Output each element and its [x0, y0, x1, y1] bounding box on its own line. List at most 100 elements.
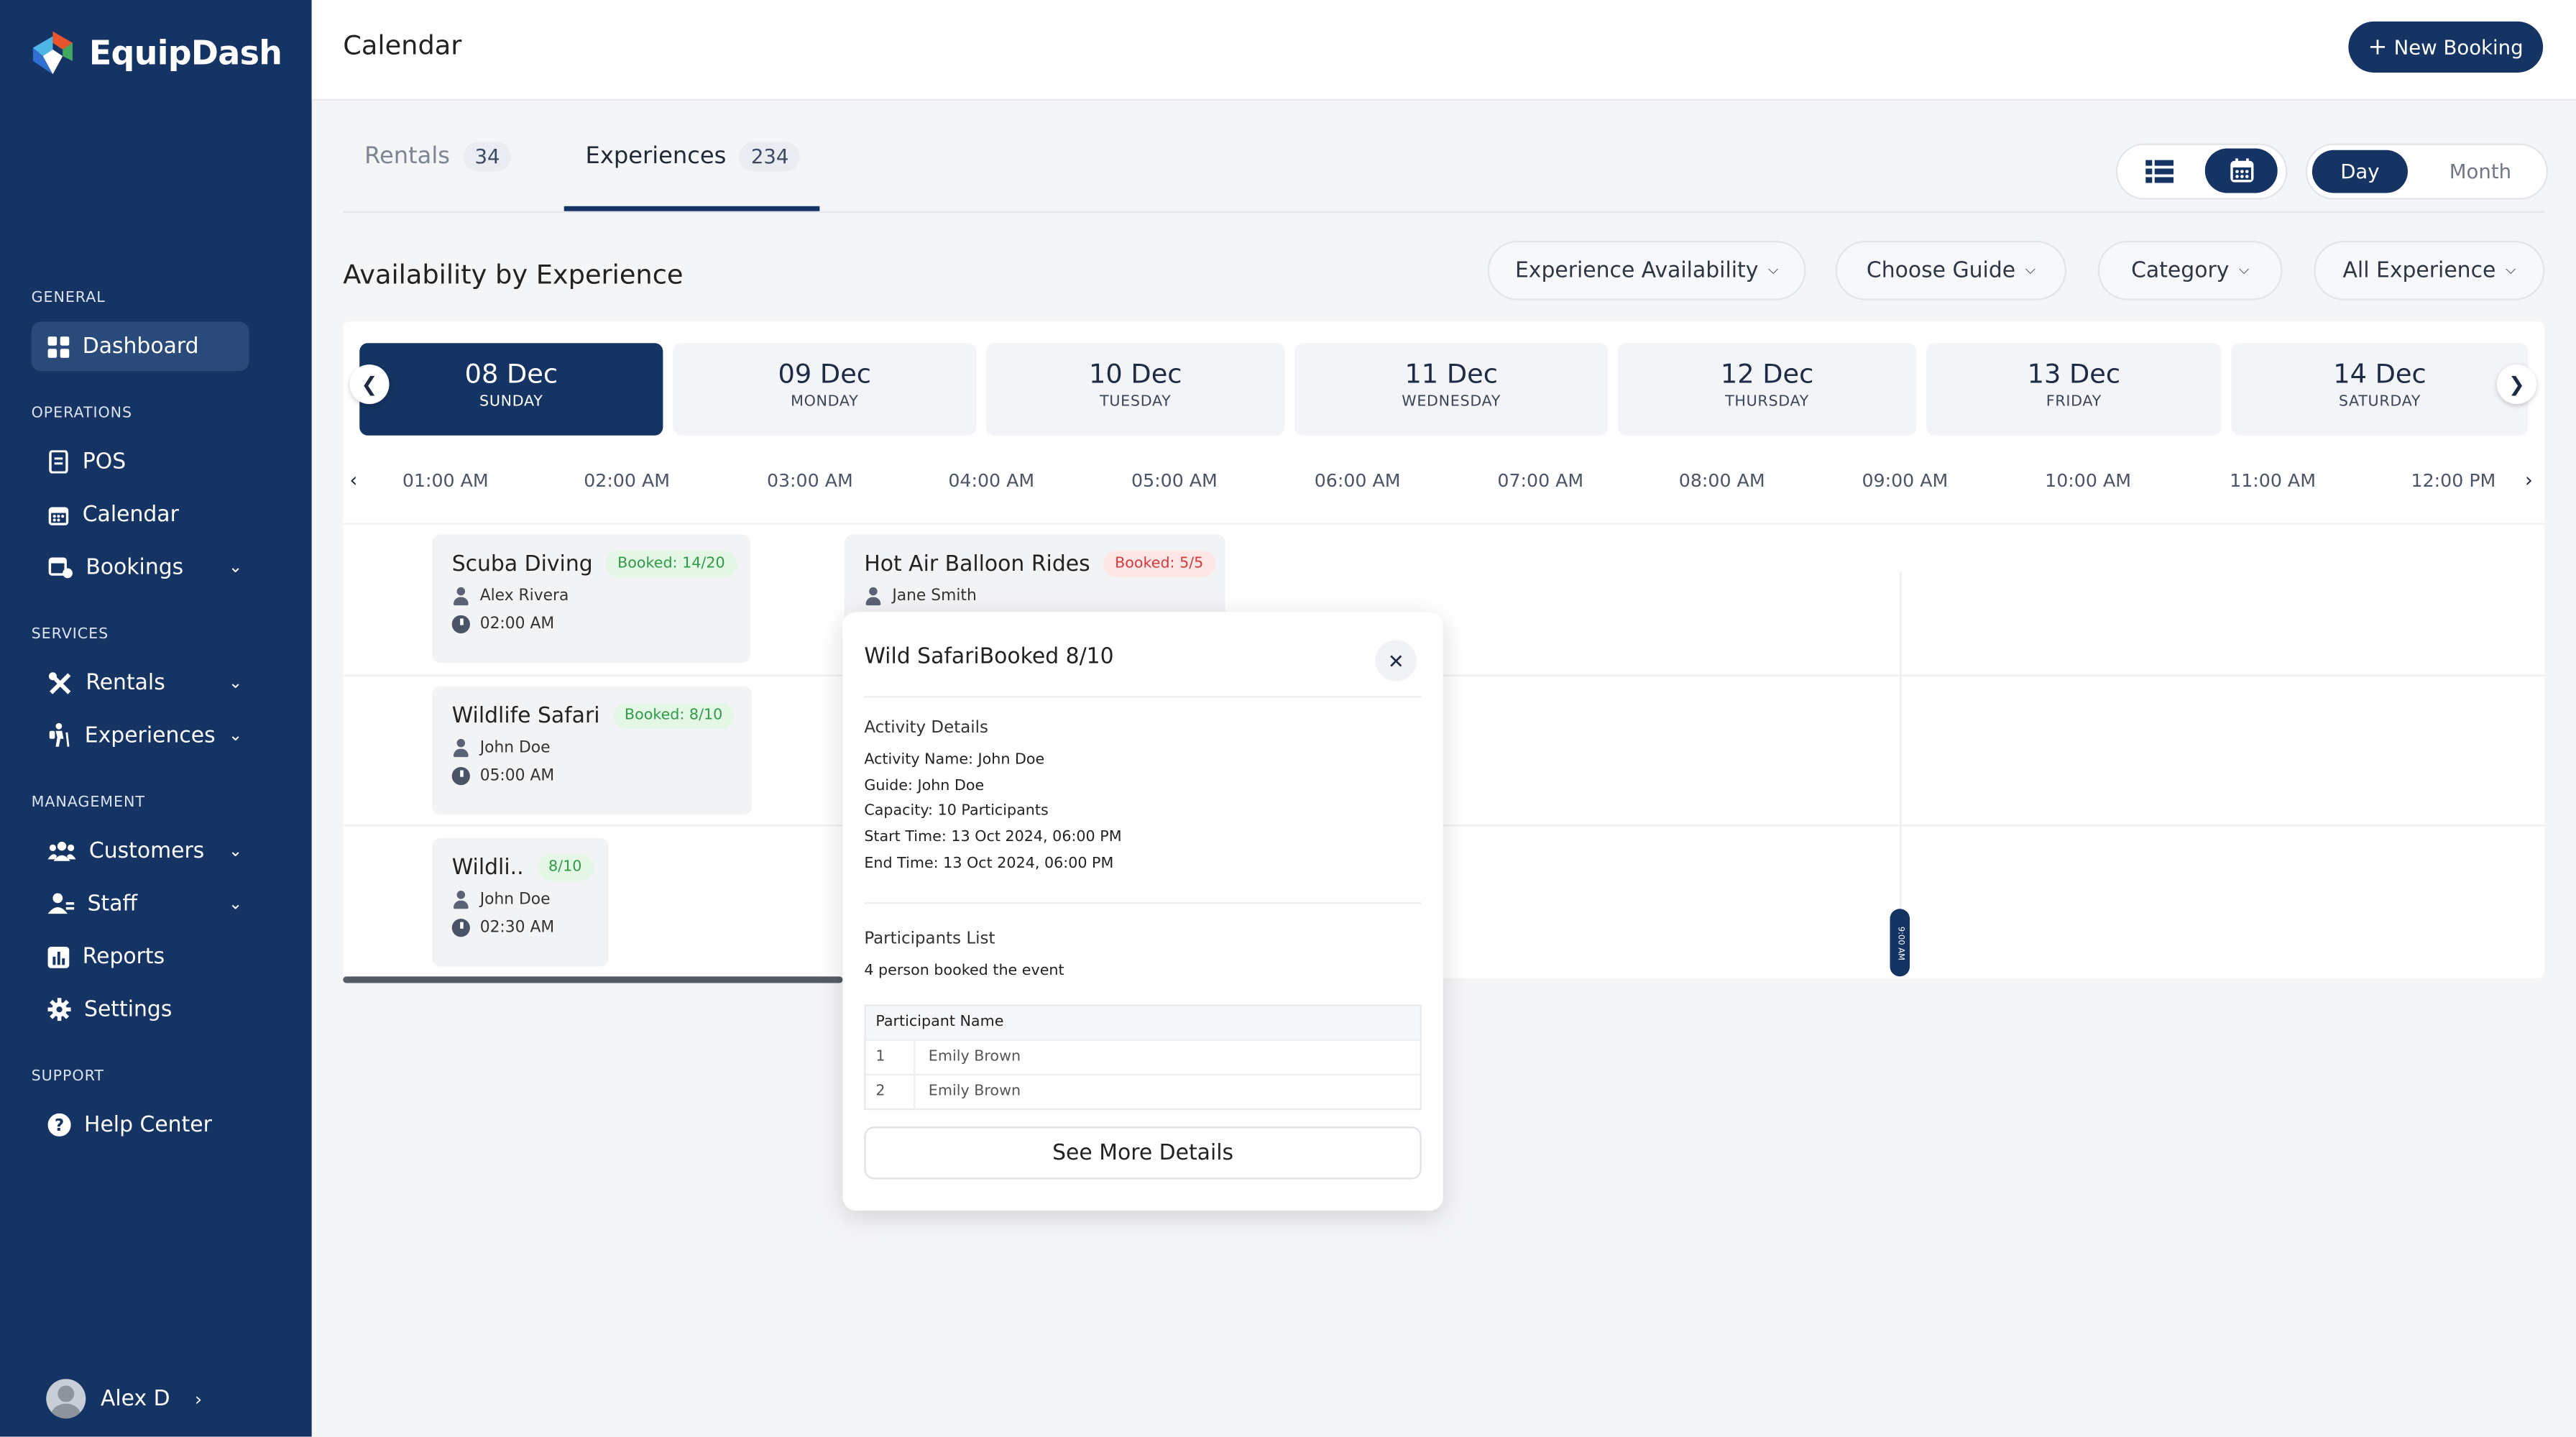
- chevron-right-icon[interactable]: ›: [2525, 469, 2533, 492]
- nav-label: Bookings: [86, 555, 184, 580]
- page-title: Calendar: [343, 29, 462, 61]
- activity-details-heading: Activity Details: [864, 719, 988, 738]
- chevron-down-icon[interactable]: ⌄: [229, 674, 242, 692]
- event-card-wildlife-short[interactable]: Wildli.. 8/10 John Doe 02:30 AM: [432, 837, 609, 967]
- date-card[interactable]: 10 Dec TUESDAY: [986, 343, 1285, 436]
- table-row: 1 Emily Brown: [865, 1039, 1420, 1074]
- event-card-scuba-diving[interactable]: Scuba Diving Booked: 14/20 Alex Rivera 0…: [432, 534, 750, 664]
- weekday-label: THURSDAY: [1725, 394, 1809, 411]
- date-label: 08 Dec: [464, 357, 558, 390]
- bookings-icon: [48, 557, 73, 579]
- guide-name: Alex Rivera: [479, 587, 569, 606]
- filter-label: Experience Availability: [1514, 258, 1759, 283]
- tab-rentals[interactable]: Rentals 34: [364, 142, 512, 172]
- chevron-down-icon: ⌵: [2025, 262, 2036, 277]
- time-label: 08:00 AM: [1678, 469, 1765, 492]
- user-menu[interactable]: Alex D ›: [46, 1379, 202, 1419]
- prev-dates-button[interactable]: ❮: [349, 364, 390, 405]
- chevron-down-icon[interactable]: ⌄: [229, 842, 242, 860]
- new-booking-button[interactable]: + New Booking: [2348, 21, 2544, 73]
- section-support: SUPPORT: [31, 1068, 104, 1085]
- nav-settings[interactable]: Settings: [32, 985, 249, 1034]
- category-dropdown[interactable]: Category ⌵: [2097, 240, 2283, 300]
- weekday-label: WEDNESDAY: [1402, 394, 1501, 411]
- time-label: 05:00 AM: [1131, 469, 1218, 492]
- all-experience-dropdown[interactable]: All Experience ⌵: [2314, 240, 2545, 300]
- weekday-label: SATURDAY: [2338, 394, 2421, 411]
- time-label: 06:00 AM: [1314, 469, 1401, 492]
- weekday-label: FRIDAY: [2046, 394, 2102, 411]
- list-view-button[interactable]: [2134, 155, 2184, 188]
- clock-icon: [451, 919, 470, 937]
- date-card[interactable]: 11 Dec WEDNESDAY: [1294, 343, 1609, 436]
- user-name: Alex D: [100, 1386, 170, 1411]
- date-card[interactable]: 12 Dec THURSDAY: [1617, 343, 1917, 436]
- month-button[interactable]: Month: [2429, 150, 2531, 193]
- chevron-down-icon[interactable]: ⌄: [229, 895, 242, 913]
- date-card[interactable]: 13 Dec FRIDAY: [1926, 343, 2222, 436]
- experience-availability-dropdown[interactable]: Experience Availability ⌵: [1487, 240, 1806, 300]
- nav-rentals[interactable]: Rentals ⌄: [32, 658, 249, 708]
- calendar-view-button[interactable]: [2204, 148, 2278, 193]
- chart-icon: [47, 945, 70, 968]
- booked-badge: Booked: 14/20: [606, 551, 737, 578]
- event-card-wildlife-safari[interactable]: Wildlife Safari Booked: 8/10 John Doe 05…: [432, 686, 753, 815]
- popup-title: Wild SafariBooked 8/10: [864, 645, 1114, 670]
- clock-icon: [451, 766, 470, 786]
- nav-label: Customers: [88, 838, 205, 864]
- nav-reports[interactable]: Reports: [32, 932, 249, 981]
- nav-label: Dashboard: [82, 334, 199, 359]
- svg-text:?: ?: [55, 1116, 64, 1135]
- guide-name: John Doe: [479, 738, 551, 758]
- time-axis: ‹ 01:00 AM 02:00 AM 03:00 AM 04:00 AM 05…: [343, 469, 2544, 503]
- date-label: 14 Dec: [2333, 357, 2426, 390]
- see-more-details-button[interactable]: See More Details: [864, 1126, 1422, 1180]
- nav-bookings[interactable]: Bookings ⌄: [32, 543, 249, 592]
- time-label: 12:00 PM: [2411, 469, 2496, 492]
- help-icon: ?: [47, 1113, 71, 1137]
- section-operations: OPERATIONS: [31, 405, 133, 423]
- detail-start-time: Start Time: 13 Oct 2024, 06:00 PM: [864, 830, 1122, 847]
- table-header: Participant Name: [865, 1006, 1420, 1039]
- time-label: 09:00 AM: [1862, 469, 1949, 492]
- top-bar: Calendar + New Booking: [311, 0, 2576, 101]
- chevron-left-icon[interactable]: ‹: [349, 469, 357, 492]
- nav-dashboard[interactable]: Dashboard: [31, 321, 249, 372]
- tab-experiences[interactable]: Experiences 234: [586, 142, 801, 172]
- participants-table: Participant Name 1 Emily Brown 2 Emily B…: [864, 1004, 1422, 1111]
- section-management: MANAGEMENT: [31, 794, 145, 812]
- day-button[interactable]: Day: [2312, 150, 2408, 193]
- nav-label: Staff: [87, 891, 138, 917]
- nav-experiences[interactable]: Experiences ⌄: [32, 711, 249, 761]
- participants-heading: Participants List: [864, 930, 995, 949]
- date-card[interactable]: 14 Dec SATURDAY: [2231, 343, 2529, 436]
- brand[interactable]: EquipDash: [29, 28, 282, 78]
- guide-name: John Doe: [479, 891, 551, 909]
- clock-icon: [451, 615, 470, 634]
- horizontal-scrollbar[interactable]: [343, 976, 843, 983]
- nav-label: Settings: [84, 997, 172, 1022]
- section-services: SERVICES: [31, 626, 109, 643]
- next-dates-button[interactable]: ❯: [2496, 364, 2536, 405]
- date-card[interactable]: 09 Dec MONDAY: [673, 343, 977, 436]
- time-label: 01:00 AM: [402, 469, 489, 492]
- chevron-left-icon: ❮: [361, 372, 378, 396]
- chevron-down-icon[interactable]: ⌄: [229, 559, 242, 577]
- nav-calendar[interactable]: Calendar: [32, 490, 249, 539]
- choose-guide-dropdown[interactable]: Choose Guide ⌵: [1835, 240, 2067, 300]
- calendar-icon: [48, 506, 69, 525]
- date-label: 11 Dec: [1404, 357, 1498, 390]
- nav-pos[interactable]: POS: [32, 437, 249, 487]
- close-button[interactable]: ✕: [1375, 640, 1417, 681]
- chevron-down-icon: ⌵: [2239, 262, 2250, 277]
- detail-end-time: End Time: 13 Oct 2024, 06:00 PM: [864, 855, 1114, 873]
- guide-name: Jane Smith: [892, 587, 977, 606]
- booked-badge: 8/10: [536, 854, 594, 881]
- nav-customers[interactable]: Customers ⌄: [32, 827, 249, 876]
- avatar: [46, 1379, 86, 1419]
- person-icon: [452, 738, 470, 758]
- chevron-down-icon[interactable]: ⌄: [229, 727, 242, 745]
- nav-help-center[interactable]: ? Help Center: [32, 1100, 249, 1149]
- date-card[interactable]: 08 Dec SUNDAY: [359, 343, 663, 436]
- nav-staff[interactable]: Staff ⌄: [32, 879, 249, 929]
